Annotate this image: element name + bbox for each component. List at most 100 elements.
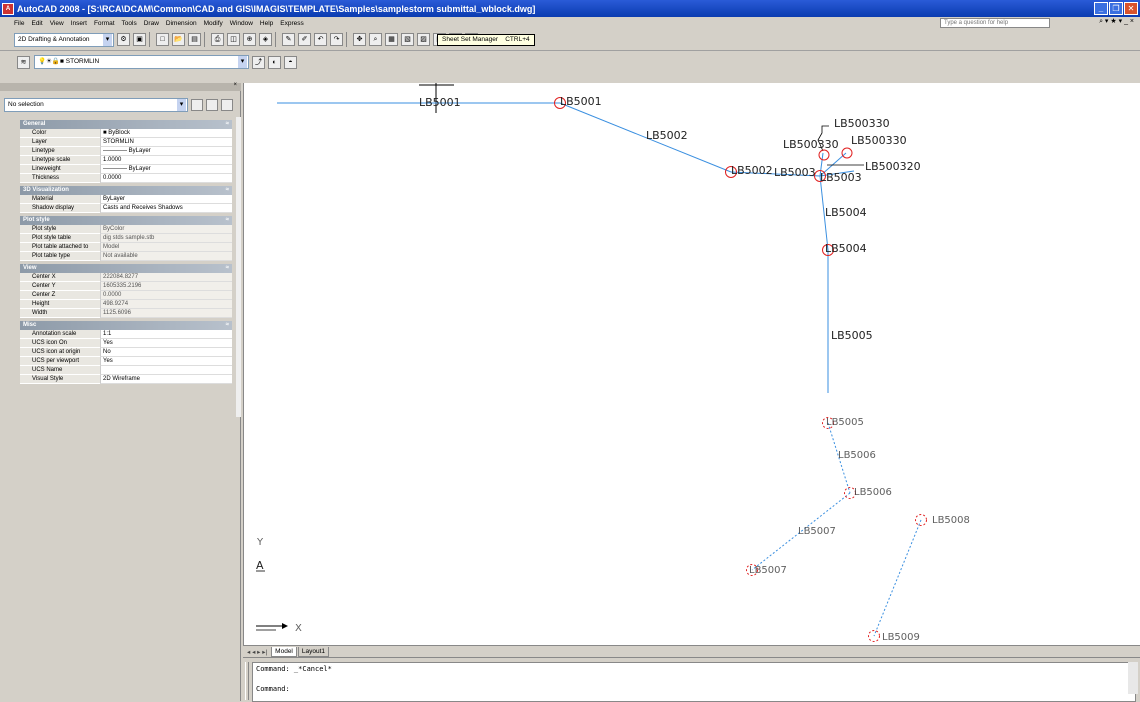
manhole-lb500330-b[interactable] — [841, 147, 853, 159]
command-grip[interactable] — [245, 662, 249, 700]
menu-modify[interactable]: Modify — [204, 20, 223, 27]
property-row[interactable]: Center Y 1605335.2196 — [20, 282, 232, 291]
new-icon[interactable]: □ — [156, 33, 169, 46]
property-row[interactable]: UCS Name — [20, 366, 232, 375]
collapse-chevron-icon[interactable]: ≈ — [226, 216, 229, 225]
toggle-pickadd-icon[interactable] — [191, 98, 203, 111]
save-icon[interactable]: ▤ — [188, 33, 201, 46]
match-properties-icon[interactable]: ✎ — [282, 33, 295, 46]
pan-icon[interactable]: ✥ — [353, 33, 366, 46]
section-header-misc[interactable]: Misc ≈ — [20, 321, 232, 330]
plot-icon[interactable]: ⎙ — [211, 33, 224, 46]
property-row[interactable]: Color ■ ByBlock — [20, 129, 232, 138]
collapse-chevron-icon[interactable]: ≈ — [226, 264, 229, 273]
design-center-icon[interactable]: ▧ — [401, 33, 414, 46]
layer-select[interactable]: 💡☀🔒■ STORMLIN — [34, 55, 249, 69]
property-row[interactable]: Material ByLayer — [20, 195, 232, 204]
property-row[interactable]: Annotation scale 1:1 — [20, 330, 232, 339]
property-row[interactable]: Linetype scale 1.0000 — [20, 156, 232, 165]
property-value[interactable]: 2D Wireframe — [100, 375, 232, 384]
tool-palettes-icon[interactable]: ▨ — [417, 33, 430, 46]
publish-icon[interactable]: ⊕ — [243, 33, 256, 46]
section-header-3d-visualization[interactable]: 3D Visualization ≈ — [20, 186, 232, 195]
plot-preview-icon[interactable]: ◫ — [227, 33, 240, 46]
section-header-general[interactable]: General ≈ — [20, 120, 232, 129]
property-row[interactable]: Height 498.9274 — [20, 300, 232, 309]
tab-model[interactable]: Model — [271, 646, 297, 657]
property-row[interactable]: Center Z 0.0000 — [20, 291, 232, 300]
collapse-chevron-icon[interactable]: ≈ — [226, 186, 229, 195]
selection-select[interactable]: No selection — [4, 97, 188, 112]
property-value[interactable]: No — [100, 348, 232, 357]
property-value[interactable]: dig stds sample.stb — [100, 234, 232, 243]
pipe-lb5009[interactable] — [873, 519, 922, 637]
3d-dwf-icon[interactable]: ◈ — [259, 33, 272, 46]
property-row[interactable]: Visual Style 2D Wireframe — [20, 375, 232, 384]
property-row[interactable]: Plot table type Not available — [20, 252, 232, 261]
property-value[interactable]: Casts and Receives Shadows — [100, 204, 232, 213]
menu-edit[interactable]: Edit — [31, 20, 42, 27]
property-value[interactable]: Yes — [100, 357, 232, 366]
block-editor-icon[interactable]: ✐ — [298, 33, 311, 46]
workspace-select[interactable]: 2D Drafting & Annotation — [14, 32, 114, 47]
property-value[interactable]: ByLayer — [100, 195, 232, 204]
property-row[interactable]: UCS icon On Yes — [20, 339, 232, 348]
property-value[interactable]: ByColor — [100, 225, 232, 234]
command-scrollbar[interactable] — [1128, 662, 1138, 694]
property-row[interactable]: UCS icon at origin No — [20, 348, 232, 357]
undo-icon[interactable]: ↶ — [314, 33, 327, 46]
autocad-app-icon[interactable]: A — [2, 2, 14, 15]
property-value[interactable]: Model — [100, 243, 232, 252]
property-value[interactable] — [100, 366, 232, 375]
property-row[interactable]: Layer STORMLIN — [20, 138, 232, 147]
manhole-lb500330-a[interactable] — [818, 149, 830, 161]
property-row[interactable]: UCS per viewport Yes — [20, 357, 232, 366]
menu-window[interactable]: Window — [230, 20, 253, 27]
property-value[interactable]: 1:1 — [100, 330, 232, 339]
save-workspace-icon[interactable]: ▣ — [133, 33, 146, 46]
tab-nav-arrows[interactable]: ◂ ◂ ▸ ▸| — [247, 648, 267, 656]
property-value[interactable]: 498.9274 — [100, 300, 232, 309]
property-value[interactable]: 222084.8277 — [100, 273, 232, 282]
minimize-icon[interactable]: _ — [1094, 2, 1108, 15]
property-row[interactable]: Linetype ———— ByLayer — [20, 147, 232, 156]
collapse-chevron-icon[interactable]: ≈ — [226, 321, 229, 330]
property-value[interactable]: 1.0000 — [100, 156, 232, 165]
property-row[interactable]: Plot style table dig stds sample.stb — [20, 234, 232, 243]
layer-manager-icon[interactable]: ≋ — [17, 55, 30, 69]
layer-previous-icon[interactable]: ◐ — [268, 55, 281, 69]
property-value[interactable]: 0.0000 — [100, 174, 232, 183]
menu-insert[interactable]: Insert — [71, 20, 87, 27]
property-value[interactable]: Yes — [100, 339, 232, 348]
collapse-chevron-icon[interactable]: ≈ — [226, 120, 229, 129]
property-value[interactable]: 0.0000 — [100, 291, 232, 300]
property-value[interactable]: STORMLIN — [100, 138, 232, 147]
property-value[interactable]: ■ ByBlock — [100, 129, 232, 138]
menu-tools[interactable]: Tools — [122, 20, 137, 27]
open-icon[interactable]: 📂 — [172, 33, 185, 46]
workspace-settings-icon[interactable]: ⚙ — [117, 33, 130, 46]
property-value[interactable]: Not available — [100, 252, 232, 261]
redo-icon[interactable]: ↷ — [330, 33, 343, 46]
property-row[interactable]: Plot style ByColor — [20, 225, 232, 234]
palette-scrollbar[interactable] — [236, 117, 241, 417]
select-objects-icon[interactable] — [206, 98, 218, 111]
property-value[interactable]: ———— ByLayer — [100, 147, 232, 156]
zoom-icon[interactable]: ⌕ — [369, 33, 382, 46]
command-prompt[interactable]: Command: — [253, 683, 1135, 695]
restore-icon[interactable]: ❐ — [1109, 2, 1123, 15]
close-icon[interactable]: ✕ — [1124, 2, 1138, 15]
menu-draw[interactable]: Draw — [144, 20, 159, 27]
quick-select-icon[interactable] — [221, 98, 233, 111]
menu-view[interactable]: View — [50, 20, 64, 27]
property-value[interactable]: ———— ByLayer — [100, 165, 232, 174]
menu-dimension[interactable]: Dimension — [166, 20, 197, 27]
palette-close-icon[interactable]: × — [233, 82, 237, 88]
menu-format[interactable]: Format — [94, 20, 115, 27]
section-header-view[interactable]: View ≈ — [20, 264, 232, 273]
menu-express[interactable]: Express — [280, 20, 303, 27]
property-value[interactable]: 1125.6096 — [100, 309, 232, 318]
section-header-plot-style[interactable]: Plot style ≈ — [20, 216, 232, 225]
drawing-canvas[interactable]: LB5001 LB5001 LB5002 LB5002 LB5003 LB500… — [243, 83, 1140, 645]
layer-states-icon[interactable]: ◓ — [284, 55, 297, 69]
